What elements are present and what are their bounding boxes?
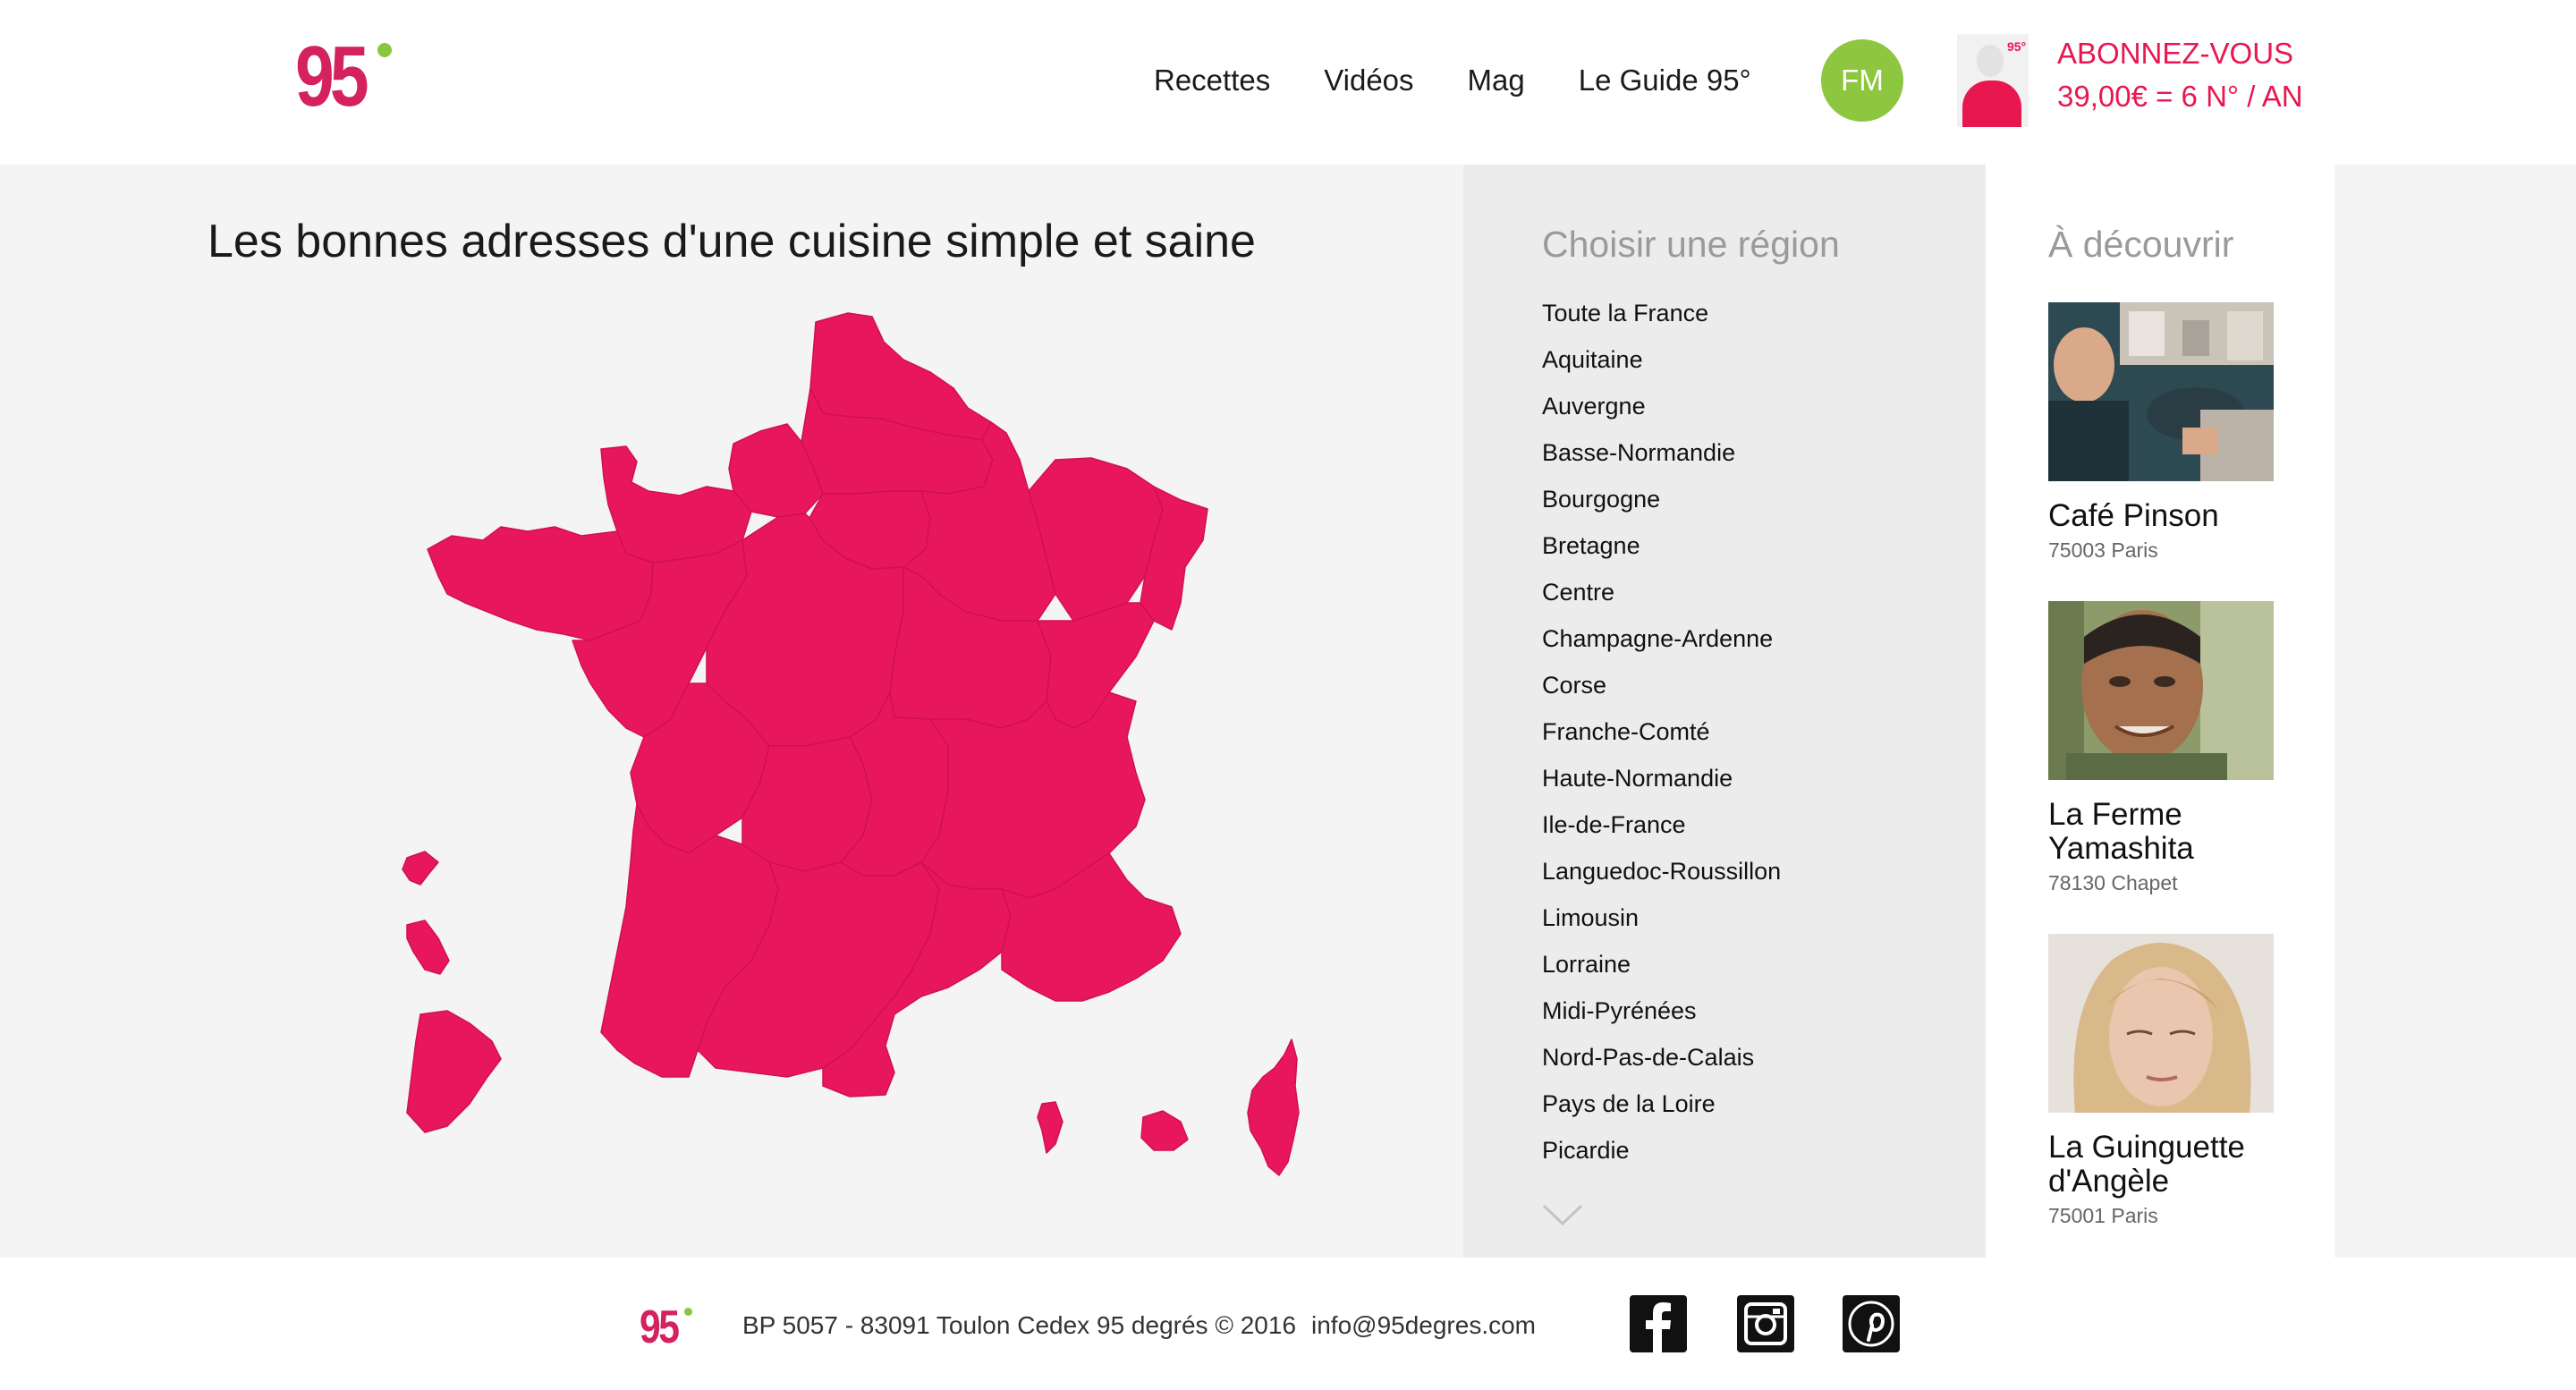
magazine-cover-dress xyxy=(1962,81,2021,127)
magazine-cover-portrait xyxy=(1977,45,2004,77)
map-region-corse[interactable] xyxy=(1247,1038,1300,1176)
region-panel: Choisir une région Toute la France Aquit… xyxy=(1463,165,1986,1258)
card-title[interactable]: La Ferme Yamashita xyxy=(2048,798,2274,866)
region-item-ile-de-france[interactable]: Ile-de-France xyxy=(1542,801,1953,848)
site-footer: 95 BP 5057 - 83091 Toulon Cedex 95 degré… xyxy=(0,1258,2576,1390)
main-content: Les bonnes adresses d'une cuisine simple… xyxy=(0,165,2576,1258)
user-avatar[interactable]: FM xyxy=(1821,39,1903,122)
map-region-guyane[interactable] xyxy=(406,1010,502,1133)
region-list[interactable]: Toute la France Aquitaine Auvergne Basse… xyxy=(1542,290,1953,1184)
france-regions-map[interactable] xyxy=(394,308,1342,1202)
pinterest-icon[interactable] xyxy=(1843,1295,1900,1352)
map-region-martinique[interactable] xyxy=(406,920,450,975)
nav-videos[interactable]: Vidéos xyxy=(1324,64,1413,97)
magazine-cover-thumbnail[interactable]: 95° xyxy=(1957,34,2029,127)
map-region-franche-comte[interactable] xyxy=(1037,602,1155,729)
discover-card-la-guinguette-dangele[interactable]: La Guinguette d'Angèle 75001 Paris xyxy=(2048,934,2274,1228)
footer-email[interactable]: info@95degres.com xyxy=(1311,1311,1536,1340)
map-region-bretagne[interactable] xyxy=(427,526,654,641)
region-item-champagne-ardenne[interactable]: Champagne-Ardenne xyxy=(1542,615,1953,662)
footer-logo[interactable]: 95 xyxy=(640,1302,702,1352)
region-item-pays-de-la-loire[interactable]: Pays de la Loire xyxy=(1542,1081,1953,1127)
map-region-guadeloupe[interactable] xyxy=(402,851,439,886)
footer-address: BP 5057 - 83091 Toulon Cedex xyxy=(742,1311,1090,1339)
card-image-cafe-pinson[interactable] xyxy=(2048,302,2274,481)
region-item-aquitaine[interactable]: Aquitaine xyxy=(1542,336,1953,383)
subscribe-title: ABONNEZ-VOUS xyxy=(2057,37,2294,70)
region-item-franche-comte[interactable]: Franche-Comté xyxy=(1542,708,1953,755)
facebook-icon[interactable] xyxy=(1630,1295,1687,1352)
region-item-bretagne[interactable]: Bretagne xyxy=(1542,522,1953,569)
region-item-poitou-charentes[interactable]: Poitou-Charentes xyxy=(1542,1174,1953,1184)
region-item-toute-la-france[interactable]: Toute la France xyxy=(1542,290,1953,336)
magazine-cover-badge: 95° xyxy=(2007,39,2027,54)
card-location: 75003 Paris xyxy=(2048,538,2158,562)
discover-panel: À découvrir Café Pinson 75003 Paris La F… xyxy=(1986,165,2334,1258)
site-header: 95 Recettes Vidéos Mag Le Guide 95° FM 9… xyxy=(0,0,2576,165)
card-location: 78130 Chapet xyxy=(2048,871,2178,894)
logo-text: 95 xyxy=(295,29,369,124)
card-location: 75001 Paris xyxy=(2048,1204,2158,1227)
card-image-la-guinguette-dangele[interactable] xyxy=(2048,934,2274,1113)
region-item-limousin[interactable]: Limousin xyxy=(1542,894,1953,941)
right-margin-strip xyxy=(2334,165,2576,1258)
region-item-corse[interactable]: Corse xyxy=(1542,662,1953,708)
card-title[interactable]: Café Pinson xyxy=(2048,499,2274,533)
region-item-nord-pas-de-calais[interactable]: Nord-Pas-de-Calais xyxy=(1542,1034,1953,1081)
discover-card-cafe-pinson[interactable]: Café Pinson 75003 Paris xyxy=(2048,302,2274,563)
instagram-icon[interactable] xyxy=(1737,1295,1794,1352)
main-nav: Recettes Vidéos Mag Le Guide 95° xyxy=(1154,55,1805,106)
site-logo[interactable]: 95 xyxy=(295,32,402,122)
region-item-picardie[interactable]: Picardie xyxy=(1542,1127,1953,1174)
region-item-auvergne[interactable]: Auvergne xyxy=(1542,383,1953,429)
region-item-languedoc-roussillon[interactable]: Languedoc-Roussillon xyxy=(1542,848,1953,894)
region-item-basse-normandie[interactable]: Basse-Normandie xyxy=(1542,429,1953,476)
discover-card-la-ferme-yamashita[interactable]: La Ferme Yamashita 78130 Chapet xyxy=(2048,601,2274,895)
nav-recettes[interactable]: Recettes xyxy=(1154,64,1270,97)
page-title: Les bonnes adresses d'une cuisine simple… xyxy=(208,216,1256,267)
region-item-midi-pyrenees[interactable]: Midi-Pyrénées xyxy=(1542,987,1953,1034)
nav-le-guide[interactable]: Le Guide 95° xyxy=(1579,64,1751,97)
region-item-haute-normandie[interactable]: Haute-Normandie xyxy=(1542,755,1953,801)
footer-logo-text: 95 xyxy=(640,1301,680,1353)
nav-mag[interactable]: Mag xyxy=(1468,64,1525,97)
footer-logo-dot xyxy=(684,1308,692,1316)
map-region-reunion[interactable] xyxy=(1140,1110,1189,1151)
map-region-mayotte[interactable] xyxy=(1037,1101,1063,1154)
region-heading: Choisir une région xyxy=(1542,224,1840,265)
footer-copyright: 95 degrés © 2016 xyxy=(1097,1311,1297,1339)
discover-heading: À découvrir xyxy=(2048,224,2234,265)
map-region-basse-normandie[interactable] xyxy=(600,445,752,564)
chevron-down-icon[interactable] xyxy=(1542,1202,1583,1229)
region-item-lorraine[interactable]: Lorraine xyxy=(1542,941,1953,987)
region-item-bourgogne[interactable]: Bourgogne xyxy=(1542,476,1953,522)
region-item-centre[interactable]: Centre xyxy=(1542,569,1953,615)
card-image-la-ferme-yamashita[interactable] xyxy=(2048,601,2274,780)
subscribe-price: 39,00€ = 6 N° / AN xyxy=(2057,80,2303,113)
subscribe-link[interactable]: ABONNEZ-VOUS 39,00€ = 6 N° / AN xyxy=(2057,32,2303,118)
card-title[interactable]: La Guinguette d'Angèle xyxy=(2048,1131,2274,1199)
logo-dot xyxy=(377,43,392,57)
